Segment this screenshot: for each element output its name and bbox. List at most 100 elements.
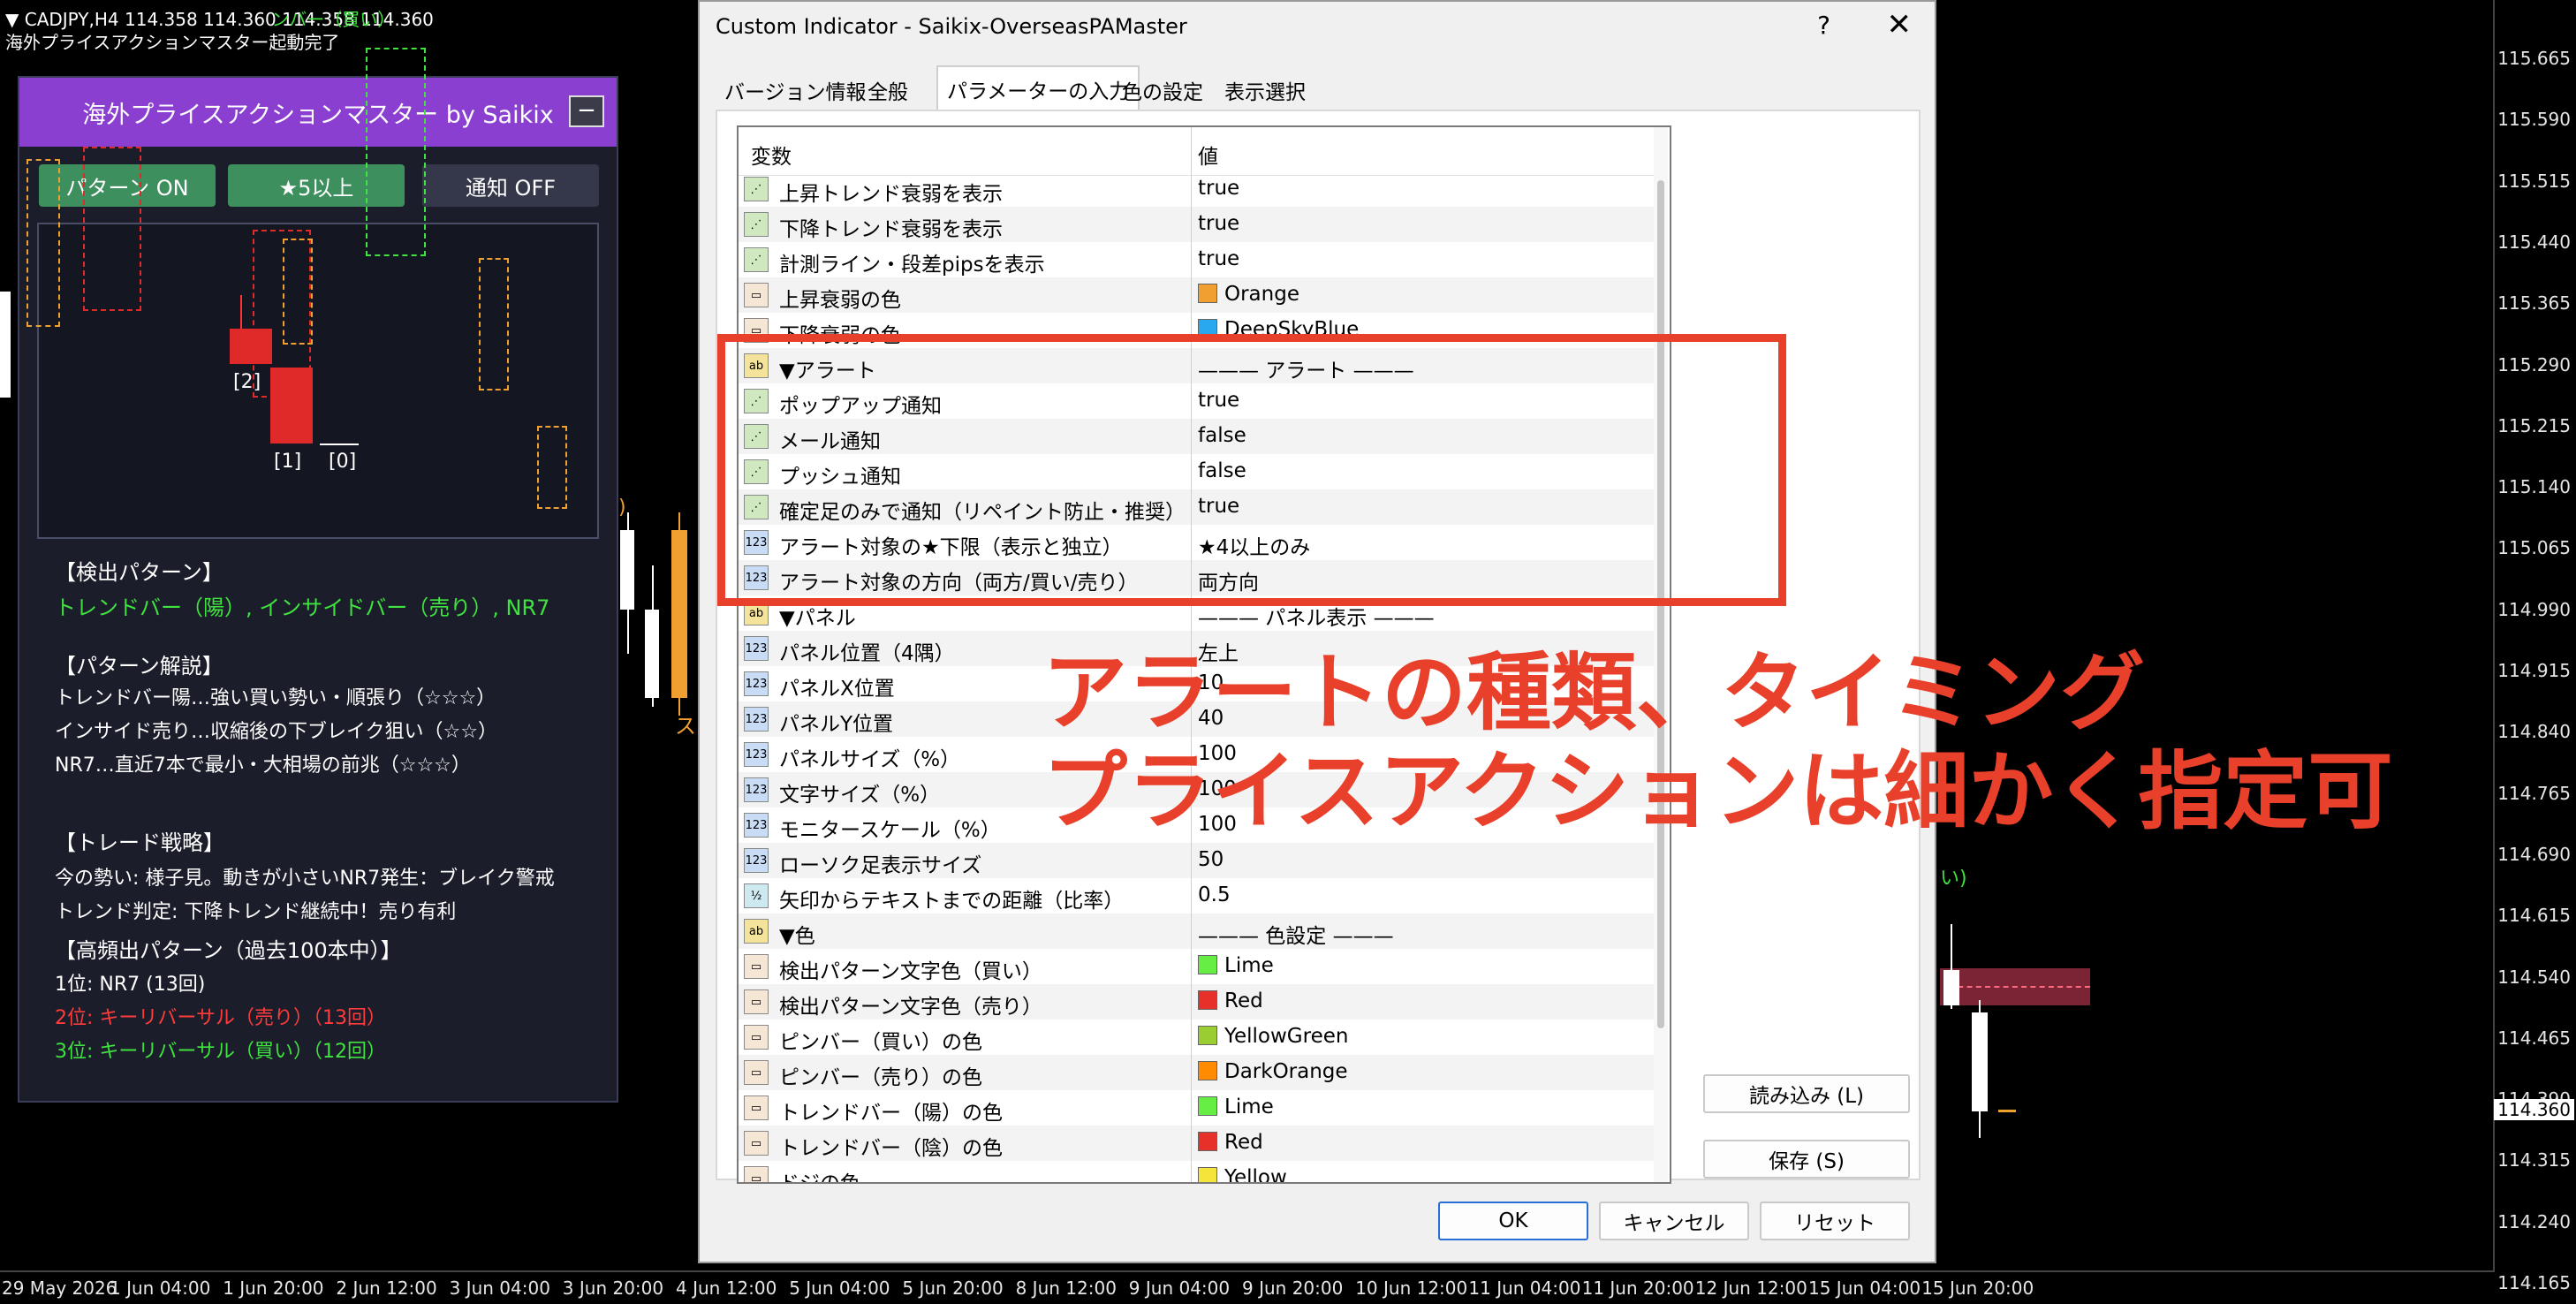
parameter-row[interactable]: ▭ ピンバー（買い）の色 YellowGreen bbox=[739, 1020, 1657, 1055]
parameter-value-text: ——— 色設定 ——— bbox=[1198, 925, 1394, 948]
integer-icon: 123 bbox=[744, 813, 769, 838]
tab-version[interactable]: バージョン情報 bbox=[716, 71, 875, 110]
cancel-button[interactable]: キャンセル bbox=[1599, 1202, 1749, 1240]
preview-candle-0 bbox=[320, 444, 359, 445]
col-variable-header[interactable]: 変数 bbox=[751, 140, 792, 170]
column-divider bbox=[1191, 1161, 1192, 1182]
integer-icon: 123 bbox=[744, 636, 769, 661]
parameter-name: 上昇トレンド衰弱を表示 bbox=[779, 183, 1003, 206]
time-tick-label: 1 Jun 04:00 bbox=[110, 1277, 211, 1299]
detect-value: トレンドバー（陽）, インサイドバー（売り）, NR7 bbox=[55, 595, 550, 620]
panel-title[interactable]: 海外プライスアクションマスター by Saikix bbox=[19, 78, 617, 147]
zone-line bbox=[1949, 986, 2090, 988]
price-tick-label: 114.990 bbox=[2497, 598, 2571, 620]
parameter-row[interactable]: ▭ 検出パターン文字色（売り） Red bbox=[739, 984, 1657, 1020]
time-tick-label: 4 Jun 12:00 bbox=[676, 1277, 777, 1299]
parameter-row[interactable]: ½ 矢印からテキストまでの距離（比率） 0.5 bbox=[739, 878, 1657, 914]
integer-icon: 123 bbox=[744, 707, 769, 732]
parameter-row[interactable]: ⋰ 上昇トレンド衰弱を表示 true bbox=[739, 171, 1657, 207]
column-divider bbox=[1191, 1090, 1192, 1126]
parameter-row[interactable]: ▭ トレンドバー（陰）の色 Red bbox=[739, 1126, 1657, 1161]
parameter-value[interactable]: Lime bbox=[1198, 1096, 1274, 1118]
price-tick-label: 114.840 bbox=[2497, 721, 2571, 743]
parameter-row[interactable]: ▭ トレンドバー（陽）の色 Lime bbox=[739, 1090, 1657, 1126]
parameter-row[interactable]: ⋰ 計測ライン・段差pipsを表示 true bbox=[739, 242, 1657, 277]
color-icon: ▭ bbox=[744, 1025, 769, 1050]
time-axis[interactable]: 29 May 2026 1 Jun 04:00 1 Jun 20:00 2 Jun 1… bbox=[0, 1270, 2495, 1304]
explain-heading: 【パターン解説】 bbox=[55, 654, 224, 679]
pattern-box bbox=[537, 426, 567, 509]
parameter-name: 検出パターン文字色（買い） bbox=[779, 960, 1042, 983]
parameter-row[interactable]: ⋰ 下降トレンド衰弱を表示 true bbox=[739, 207, 1657, 242]
parameter-value-text: YellowGreen bbox=[1224, 1025, 1349, 1048]
dialog-title: Custom Indicator - Saikix-OverseasPAMast… bbox=[716, 14, 1187, 39]
parameter-value[interactable]: true bbox=[1198, 247, 1239, 270]
parameter-value-text: Orange bbox=[1224, 283, 1299, 306]
column-divider bbox=[1191, 207, 1192, 242]
panel-minimize-button[interactable]: − bbox=[569, 95, 604, 127]
price-scale[interactable]: 115.665 115.590 115.515 115.440 115.365 115.2… bbox=[2493, 0, 2576, 1293]
parameter-value[interactable]: 0.5 bbox=[1198, 883, 1231, 906]
parameter-name: パネル位置（4隅） bbox=[779, 642, 955, 665]
parameter-row[interactable]: ▭ ピンバー（売り）の色 DarkOrange bbox=[739, 1055, 1657, 1090]
reset-button[interactable]: リセット bbox=[1760, 1202, 1910, 1240]
chart-text-fragment: い) bbox=[1940, 868, 1967, 890]
parameter-value[interactable]: DarkOrange bbox=[1198, 1060, 1348, 1083]
time-tick-label: 11 Jun 20:00 bbox=[1581, 1277, 1694, 1299]
parameter-name: ドジの色 bbox=[779, 1172, 860, 1184]
parameter-value-text: true bbox=[1198, 177, 1240, 200]
column-divider[interactable] bbox=[1191, 127, 1192, 175]
tab-colors[interactable]: 色の設定 bbox=[1113, 71, 1212, 110]
save-button[interactable]: 保存 (S) bbox=[1703, 1140, 1910, 1179]
parameter-value[interactable]: 50 bbox=[1198, 848, 1224, 871]
close-button[interactable]: ✕ bbox=[1887, 7, 1913, 42]
parameter-row[interactable]: ▭ 検出パターン文字色（買い） Lime bbox=[739, 949, 1657, 984]
parameter-value[interactable]: ——— 色設定 ——— bbox=[1198, 919, 1394, 949]
parameter-row[interactable]: ab ▼色 ——— 色設定 ——— bbox=[739, 914, 1657, 949]
pattern-box bbox=[479, 258, 509, 390]
current-price-label: 114.360 bbox=[2494, 1099, 2574, 1120]
color-swatch bbox=[1198, 955, 1217, 974]
price-tick-label: 115.365 bbox=[2497, 292, 2571, 315]
integer-icon: 123 bbox=[744, 742, 769, 767]
parameter-value[interactable]: true bbox=[1198, 177, 1239, 200]
parameter-value[interactable]: Yellow bbox=[1198, 1166, 1287, 1182]
parameter-value[interactable]: Red bbox=[1198, 989, 1263, 1012]
chart-text-fragment: ) bbox=[618, 497, 626, 519]
parameter-value-text: Red bbox=[1224, 1131, 1263, 1154]
parameter-value[interactable]: Lime bbox=[1198, 954, 1274, 977]
tab-visualization[interactable]: 表示選択 bbox=[1216, 71, 1315, 110]
parameter-name: パネルY位置 bbox=[779, 713, 894, 736]
column-divider bbox=[1191, 878, 1192, 914]
double-icon: ½ bbox=[744, 883, 769, 908]
price-tick-label: 114.690 bbox=[2497, 843, 2571, 865]
parameter-value[interactable]: true bbox=[1198, 212, 1239, 235]
parameter-value-text: DarkOrange bbox=[1224, 1060, 1348, 1083]
parameter-name: 下降トレンド衰弱を表示 bbox=[779, 218, 1003, 241]
price-tick-label: 114.165 bbox=[2497, 1272, 2571, 1293]
col-value-header[interactable]: 値 bbox=[1198, 140, 1218, 170]
freq-line: 3位: キーリバーサル（買い）（12回） bbox=[55, 1041, 386, 1063]
tab-parameters[interactable]: パラメーターの入力 bbox=[936, 65, 1140, 111]
help-button[interactable]: ? bbox=[1817, 11, 1830, 40]
parameter-name: 検出パターン文字色（売り） bbox=[779, 996, 1042, 1019]
ok-button[interactable]: OK bbox=[1438, 1202, 1588, 1240]
parameter-row[interactable]: 123 ローソク足表示サイズ 50 bbox=[739, 843, 1657, 878]
price-tick-label: 115.140 bbox=[2497, 476, 2571, 498]
tab-general[interactable]: 全般 bbox=[859, 71, 917, 110]
parameter-value[interactable]: Orange bbox=[1198, 283, 1299, 306]
parameter-row[interactable]: ▭ 上昇衰弱の色 Orange bbox=[739, 277, 1657, 313]
notify-toggle-button[interactable]: 通知 OFF bbox=[422, 164, 599, 207]
time-tick-label: 3 Jun 20:00 bbox=[562, 1277, 664, 1299]
parameter-value[interactable]: Red bbox=[1198, 1131, 1263, 1154]
time-tick-label: 29 May 2026 bbox=[2, 1277, 117, 1299]
pattern-box bbox=[366, 48, 426, 256]
load-button[interactable]: 読み込み (L) bbox=[1703, 1074, 1910, 1113]
color-icon: ▭ bbox=[744, 954, 769, 979]
parameter-row[interactable]: ▭ ドジの色 Yellow bbox=[739, 1161, 1657, 1184]
parameter-name: 文字サイズ（%） bbox=[779, 784, 941, 807]
color-swatch bbox=[1198, 990, 1217, 1010]
pattern-box bbox=[27, 159, 60, 327]
parameter-value[interactable]: YellowGreen bbox=[1198, 1025, 1348, 1048]
price-tick-label: 115.590 bbox=[2497, 109, 2571, 131]
